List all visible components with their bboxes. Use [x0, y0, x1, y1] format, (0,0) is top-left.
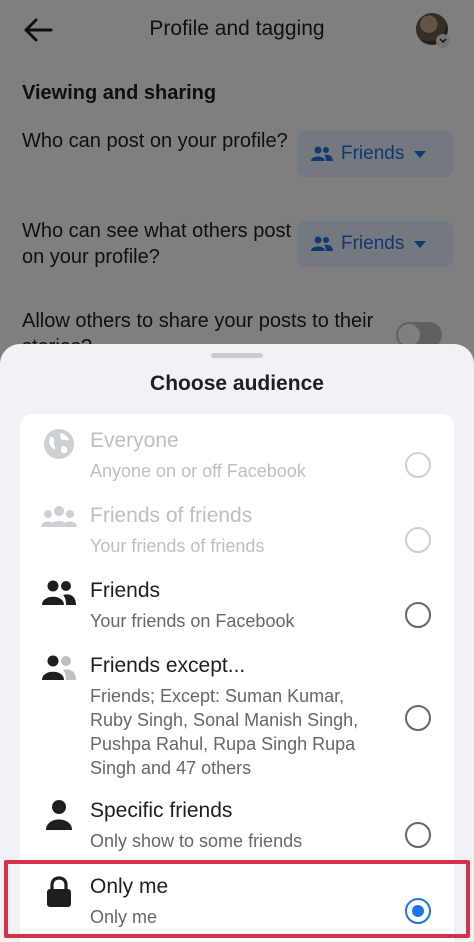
audience-option-specific-friends[interactable]: Specific friends Only show to some frien…: [20, 798, 454, 858]
people-group-icon: [40, 505, 78, 535]
friends-icon: [40, 580, 78, 610]
audience-option-everyone: Everyone Anyone on or off Facebook: [20, 428, 454, 488]
option-title: Friends: [90, 579, 161, 602]
friends-except-icon: [40, 655, 78, 685]
person-icon: [40, 800, 78, 830]
selection-highlight-box: [4, 860, 470, 938]
audience-option-friends[interactable]: Friends Your friends on Facebook: [20, 578, 454, 638]
sheet-title: Choose audience: [150, 372, 324, 395]
option-radio[interactable]: [405, 602, 431, 628]
option-radio[interactable]: [405, 822, 431, 848]
option-subtitle: Friends; Except: Suman Kumar, Ruby Singh…: [90, 686, 359, 778]
option-title: Everyone: [90, 429, 179, 452]
option-subtitle: Anyone on or off Facebook: [90, 461, 306, 481]
option-radio: [405, 527, 431, 553]
audience-bottom-sheet: Choose audience Everyone Anyone on or of…: [0, 344, 474, 942]
audience-option-friends-except[interactable]: Friends except... Friends; Except: Suman…: [20, 653, 454, 778]
option-subtitle: Only show to some friends: [90, 831, 303, 851]
option-title: Specific friends: [90, 799, 233, 822]
audience-option-friends-of-friends: Friends of friends Your friends of frien…: [20, 503, 454, 563]
option-title: Friends except...: [90, 654, 246, 677]
option-radio: [405, 452, 431, 478]
globe-icon: [40, 428, 78, 459]
option-title: Friends of friends: [90, 504, 253, 527]
option-subtitle: Your friends of friends: [90, 536, 265, 556]
option-radio[interactable]: [405, 705, 431, 731]
option-subtitle: Your friends on Facebook: [90, 611, 295, 631]
drag-handle[interactable]: [211, 353, 263, 358]
